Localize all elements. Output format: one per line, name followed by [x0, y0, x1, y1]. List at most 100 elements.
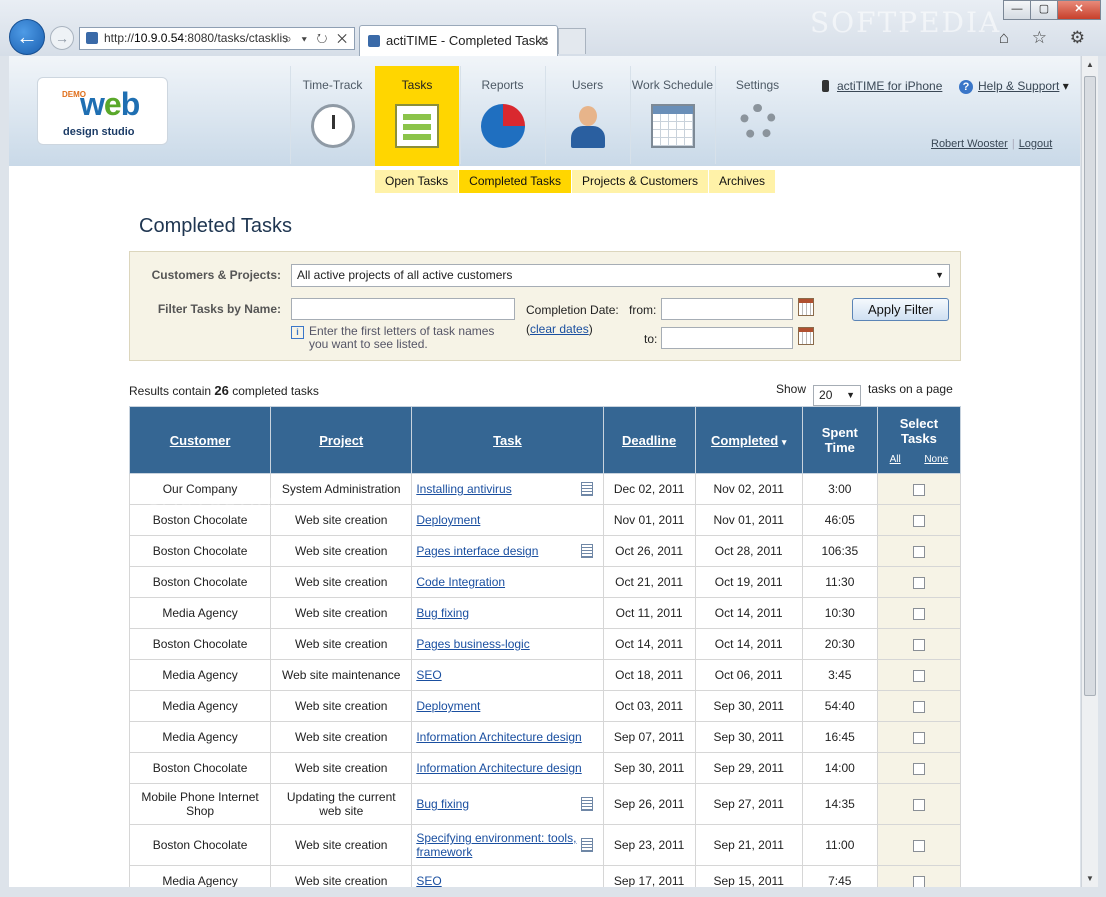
select-task-checkbox[interactable] [912, 798, 925, 811]
scroll-up-icon[interactable]: ▲ [1086, 60, 1094, 69]
subnav-open-tasks[interactable]: Open Tasks [375, 170, 460, 193]
select-all-link[interactable]: All [890, 454, 901, 465]
address-bar[interactable]: http://10.9.0.54:8080/tasks/ctasklis ⌕ ▾… [79, 27, 355, 50]
task-notes-icon[interactable] [580, 838, 593, 852]
close-window-button[interactable]: ✕ [1057, 0, 1101, 20]
cell-customer: Boston Chocolate [128, 752, 272, 784]
cell-customer: Boston Chocolate [128, 824, 272, 866]
subnav-projects-customers[interactable]: Projects & Customers [572, 170, 710, 193]
select-task-checkbox[interactable] [912, 731, 925, 744]
select-task-checkbox[interactable] [912, 607, 925, 620]
task-link[interactable]: Deployment [416, 699, 480, 713]
customers-projects-select[interactable]: All active projects of all active custom… [291, 264, 950, 287]
scroll-down-icon[interactable]: ▼ [1086, 874, 1094, 883]
task-link[interactable]: Pages business-logic [416, 637, 529, 651]
task-link[interactable]: Deployment [416, 513, 480, 527]
tab-close-icon[interactable]: ✕ [538, 26, 549, 56]
address-tools-icons[interactable]: ⌕ ▾ ↻ ✕ [285, 28, 350, 49]
calendar-picker-to-icon[interactable] [798, 327, 814, 345]
col-completed[interactable]: Completed ▾ [694, 406, 803, 474]
nav-tab-time-track[interactable]: Time-Track [290, 66, 374, 164]
cell-customer: Media Agency [128, 721, 272, 753]
user-name-link[interactable]: Robert Wooster [931, 138, 1008, 150]
clear-dates-link[interactable]: clear dates [530, 322, 589, 336]
nav-tab-tasks[interactable]: Tasks [375, 66, 459, 166]
select-none-link[interactable]: None [924, 454, 948, 465]
task-link[interactable]: Information Architecture design [416, 761, 581, 775]
cell-completed: Oct 19, 2011 [694, 566, 803, 598]
from-date-input[interactable] [661, 298, 793, 320]
col-task[interactable]: Task [411, 406, 604, 474]
help-support-menu[interactable]: ? Help & Support ▾ [959, 79, 1069, 94]
task-notes-icon[interactable] [580, 482, 593, 496]
cell-deadline: Sep 30, 2011 [602, 752, 696, 784]
page-size-select[interactable]: 20 ▼ [813, 385, 862, 406]
task-link[interactable]: Code Integration [416, 575, 505, 589]
browser-tab-active[interactable]: actiTIME - Completed Tasks ✕ [359, 25, 558, 56]
table-row: Boston Chocolate Web site creation Pages b… [128, 628, 962, 660]
select-task-checkbox[interactable] [912, 875, 925, 887]
select-task-checkbox[interactable] [912, 839, 925, 852]
col-deadline[interactable]: Deadline [602, 406, 696, 474]
select-task-checkbox[interactable] [912, 669, 925, 682]
subnav-archives[interactable]: Archives [709, 170, 777, 193]
back-button[interactable]: ← [9, 19, 45, 55]
select-task-checkbox[interactable] [912, 514, 925, 527]
task-notes-icon[interactable] [580, 797, 593, 811]
clear-dates: (clear dates) [526, 322, 593, 336]
task-link[interactable]: Installing antivirus [416, 482, 511, 496]
company-logo[interactable]: DEMO web design studio [37, 77, 168, 145]
task-name-input[interactable] [291, 298, 515, 320]
calendar-picker-from-icon[interactable] [798, 298, 814, 316]
task-link[interactable]: SEO [416, 668, 441, 682]
cell-completed: Nov 01, 2011 [694, 504, 803, 536]
select-task-checkbox[interactable] [912, 483, 925, 496]
task-link[interactable]: SEO [416, 874, 441, 887]
col-customer[interactable]: Customer [128, 406, 272, 474]
nav-tab-work-schedule[interactable]: Work Schedule [630, 66, 714, 164]
cell-select [876, 535, 962, 567]
browser-chrome: ← → http://10.9.0.54:8080/tasks/ctasklis… [0, 0, 1106, 56]
cell-spent-time: 54:40 [801, 690, 878, 722]
nav-tab-settings[interactable]: Settings [715, 66, 799, 164]
task-link[interactable]: Bug fixing [416, 606, 469, 620]
cell-project: Web site creation [270, 690, 413, 722]
nav-tab-users[interactable]: Users [545, 66, 629, 164]
cell-completed: Sep 30, 2011 [694, 721, 803, 753]
page-viewport: DEMO web design studio Time-Track Tasks … [9, 56, 1080, 887]
vertical-scrollbar[interactable]: ▲ ▼ [1081, 56, 1098, 887]
nav-tab-reports[interactable]: Reports [460, 66, 544, 164]
maximize-button[interactable]: ▢ [1030, 0, 1058, 20]
select-task-checkbox[interactable] [912, 762, 925, 775]
minimize-button[interactable]: — [1003, 0, 1031, 20]
new-tab-button[interactable] [558, 28, 586, 54]
cell-spent-time: 14:35 [801, 783, 878, 825]
iphone-link[interactable]: actiTIME for iPhone [822, 79, 942, 93]
select-task-checkbox[interactable] [912, 576, 925, 589]
cell-select [876, 721, 962, 753]
task-link[interactable]: Bug fixing [416, 797, 469, 811]
select-task-checkbox[interactable] [912, 545, 925, 558]
task-link[interactable]: Specifying environment: tools, framework [416, 831, 576, 859]
subnav-completed-tasks[interactable]: Completed Tasks [459, 170, 572, 193]
select-task-checkbox[interactable] [912, 638, 925, 651]
scrollbar-thumb[interactable] [1084, 76, 1096, 696]
clipboard-icon [395, 104, 439, 148]
table-header-row: Customer Project Task Deadline Completed… [128, 406, 962, 474]
task-notes-icon[interactable] [580, 544, 593, 558]
select-task-checkbox[interactable] [912, 700, 925, 713]
task-link[interactable]: Information Architecture design [416, 730, 581, 744]
cell-deadline: Sep 17, 2011 [602, 865, 696, 887]
apply-filter-button[interactable]: Apply Filter [852, 298, 949, 321]
tab-favicon-icon [368, 35, 380, 47]
col-project[interactable]: Project [270, 406, 413, 474]
cell-project: Web site creation [270, 504, 413, 536]
tab-title: actiTIME - Completed Tasks [386, 33, 549, 48]
task-link[interactable]: Pages interface design [416, 544, 538, 558]
cell-customer: Media Agency [128, 865, 272, 887]
filter-panel: Customers & Projects: All active project… [129, 251, 961, 361]
to-date-input[interactable] [661, 327, 793, 349]
forward-button[interactable]: → [50, 26, 74, 50]
home-favorites-tools-icons[interactable]: ⌂ ☆ ⚙ [999, 28, 1094, 48]
logout-link[interactable]: Logout [1019, 138, 1053, 150]
